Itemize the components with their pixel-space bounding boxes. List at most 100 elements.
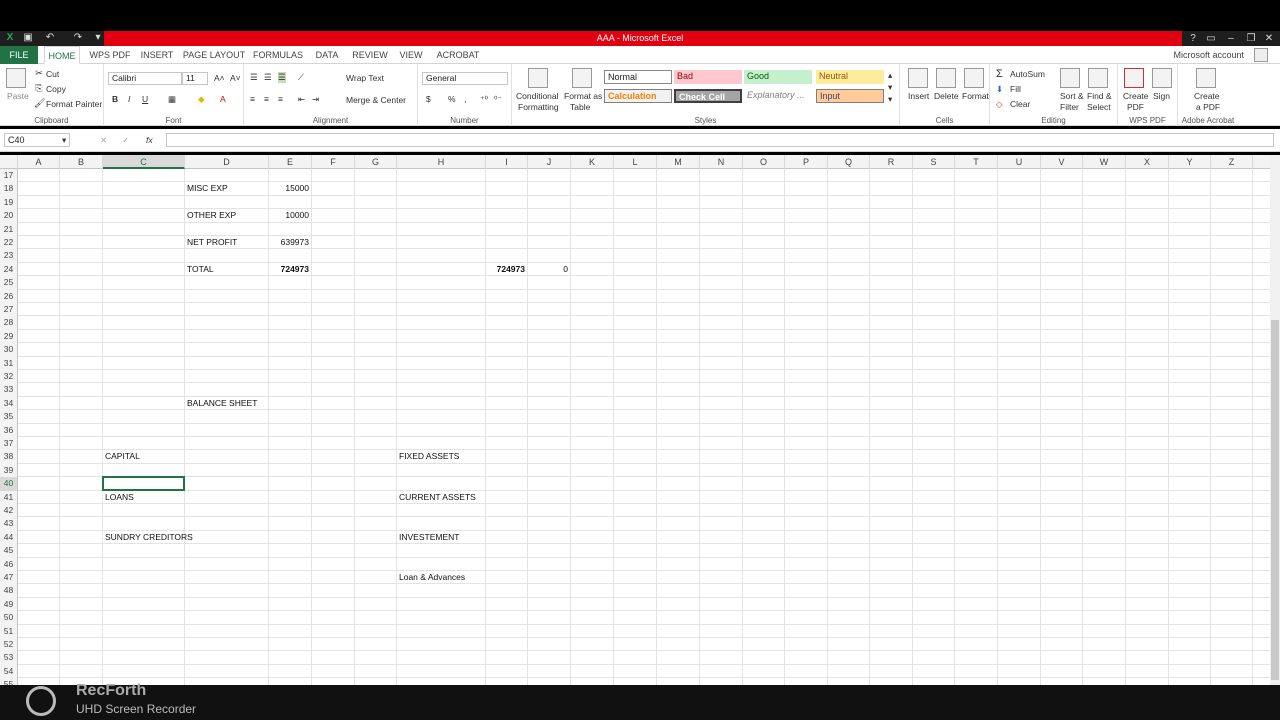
grow-font-icon[interactable]: A˄ [214, 73, 225, 83]
merge-center-button[interactable]: Merge & Center [346, 95, 406, 105]
increase-decimal-icon[interactable]: ⁺⁰ [480, 94, 488, 105]
cell-d34[interactable]: BALANCE SHEET [187, 397, 257, 410]
help-icon[interactable]: ? [1186, 31, 1200, 46]
column-header-s[interactable]: S [913, 155, 955, 169]
cell-h41[interactable]: CURRENT ASSETS [399, 491, 476, 504]
name-box[interactable]: C40 [4, 133, 70, 147]
column-header-a[interactable]: A [18, 155, 60, 169]
shrink-font-icon[interactable]: A˅ [230, 73, 241, 83]
style-neutral[interactable]: Neutral [816, 70, 884, 84]
currency-button[interactable]: $ [426, 94, 431, 104]
cell-c41[interactable]: LOANS [105, 491, 134, 504]
sort-filter-button[interactable]: Sort & [1060, 91, 1084, 101]
cell-h38[interactable]: FIXED ASSETS [399, 450, 459, 463]
style-calculation[interactable]: Calculation [604, 89, 672, 103]
style-input[interactable]: Input [816, 89, 884, 103]
italic-button[interactable]: I [128, 94, 130, 104]
sign-icon[interactable] [1152, 68, 1172, 88]
row-header-40[interactable]: 40 [0, 477, 18, 491]
font-name-select[interactable]: Calibri [108, 72, 182, 85]
row-header-19[interactable]: 19 [0, 195, 18, 210]
column-header-x[interactable]: X [1126, 155, 1169, 169]
enter-entry-button[interactable]: ✓ [122, 135, 129, 146]
column-header-u[interactable]: U [998, 155, 1041, 169]
sign-button[interactable]: Sign [1153, 91, 1170, 101]
column-header-e[interactable]: E [269, 155, 312, 169]
column-header-d[interactable]: D [185, 155, 269, 169]
column-header-i[interactable]: I [486, 155, 528, 169]
comma-button[interactable]: , [464, 94, 466, 104]
decrease-decimal-icon[interactable]: ⁰⁻ [494, 94, 502, 105]
insert-cells-button[interactable]: Insert [908, 91, 929, 101]
find-select-button-line2[interactable]: Select [1087, 102, 1111, 112]
create-a-pdf-icon[interactable] [1196, 68, 1216, 88]
cell-d24[interactable]: TOTAL [187, 263, 214, 276]
increase-indent-icon[interactable]: ⇥ [312, 94, 319, 105]
column-header-l[interactable]: L [614, 155, 657, 169]
style-good[interactable]: Good [744, 70, 812, 84]
column-header-h[interactable]: H [397, 155, 486, 169]
cell-d20[interactable]: OTHER EXP [187, 209, 236, 222]
create-pdf-button-line2[interactable]: PDF [1127, 102, 1144, 112]
style-explanatory[interactable]: Explanatory ... [744, 89, 812, 103]
style-check-cell[interactable]: Check Cell [674, 89, 742, 103]
row-header-22[interactable]: 22 [0, 236, 18, 250]
row-header-21[interactable]: 21 [0, 222, 18, 236]
row-header-38[interactable]: 38 [0, 450, 18, 464]
close-icon[interactable]: ✕ [1262, 31, 1276, 46]
align-bottom-icon[interactable]: ☰ [278, 72, 286, 83]
format-cells-icon[interactable] [964, 68, 984, 88]
format-painter-button[interactable]: Format Painter [46, 99, 102, 109]
customize-qat-icon[interactable]: ▾ [92, 32, 104, 44]
row-header-46[interactable]: 46 [0, 557, 18, 571]
cell-h47[interactable]: Loan & Advances [399, 571, 465, 584]
decrease-indent-icon[interactable]: ⇤ [298, 94, 305, 105]
styles-scroll-down-icon[interactable]: ▾ [888, 82, 892, 93]
row-header-43[interactable]: 43 [0, 517, 18, 531]
insert-cells-icon[interactable] [908, 68, 928, 88]
bold-button[interactable]: B [112, 94, 118, 104]
minimize-icon[interactable]: – [1224, 31, 1238, 46]
undo-icon[interactable]: ↶ [44, 32, 56, 44]
row-header-35[interactable]: 35 [0, 410, 18, 424]
row-header-45[interactable]: 45 [0, 544, 18, 558]
row-header-51[interactable]: 51 [0, 624, 18, 638]
column-header-m[interactable]: M [657, 155, 700, 169]
cell-d22[interactable]: NET PROFIT [187, 236, 237, 249]
conditional-formatting-button[interactable]: Conditional [516, 91, 559, 101]
create-a-pdf-button-line2[interactable]: a PDF [1196, 102, 1220, 112]
cut-button[interactable]: Cut [46, 69, 59, 79]
column-header-j[interactable]: J [528, 155, 571, 169]
cell-c44[interactable]: SUNDRY CREDITORS [105, 531, 193, 544]
underline-button[interactable]: U [142, 94, 148, 104]
column-header-r[interactable]: R [870, 155, 913, 169]
format-as-table-button[interactable]: Format as [564, 91, 602, 101]
cell-c38[interactable]: CAPITAL [105, 450, 140, 463]
column-header-k[interactable]: K [571, 155, 614, 169]
vertical-scroll-thumb[interactable] [1271, 320, 1279, 680]
orientation-icon[interactable]: ⟋ [298, 72, 304, 83]
cell-e24[interactable]: 724973 [269, 263, 309, 276]
column-header-y[interactable]: Y [1169, 155, 1211, 169]
style-bad[interactable]: Bad [674, 70, 742, 84]
row-header-48[interactable]: 48 [0, 584, 18, 598]
row-header-29[interactable]: 29 [0, 329, 18, 344]
column-header-v[interactable]: V [1041, 155, 1083, 169]
column-header-b[interactable]: B [60, 155, 103, 169]
insert-function-button[interactable]: fx [146, 135, 153, 145]
select-all-corner[interactable] [0, 155, 18, 169]
format-as-table-button-line2[interactable]: Table [570, 102, 590, 112]
borders-icon[interactable]: ▦ [168, 94, 176, 105]
worksheet-grid[interactable]: ABCDEFGHIJKLMNOPQRSTUVWXYZ 17 18 19 20 21 22 2… [0, 155, 1270, 685]
column-header-g[interactable]: G [355, 155, 397, 169]
ribbon-display-icon[interactable]: ▭ [1204, 31, 1218, 46]
row-header-28[interactable]: 28 [0, 316, 18, 330]
create-a-pdf-button[interactable]: Create [1194, 91, 1220, 101]
align-center-icon[interactable]: ≡ [264, 94, 269, 104]
row-header-49[interactable]: 49 [0, 597, 18, 612]
font-color-icon[interactable]: A [220, 94, 226, 104]
row-header-20[interactable]: 20 [0, 209, 18, 223]
column-header-q[interactable]: Q [828, 155, 870, 169]
row-header-44[interactable]: 44 [0, 530, 18, 545]
format-as-table-icon[interactable] [572, 68, 592, 88]
